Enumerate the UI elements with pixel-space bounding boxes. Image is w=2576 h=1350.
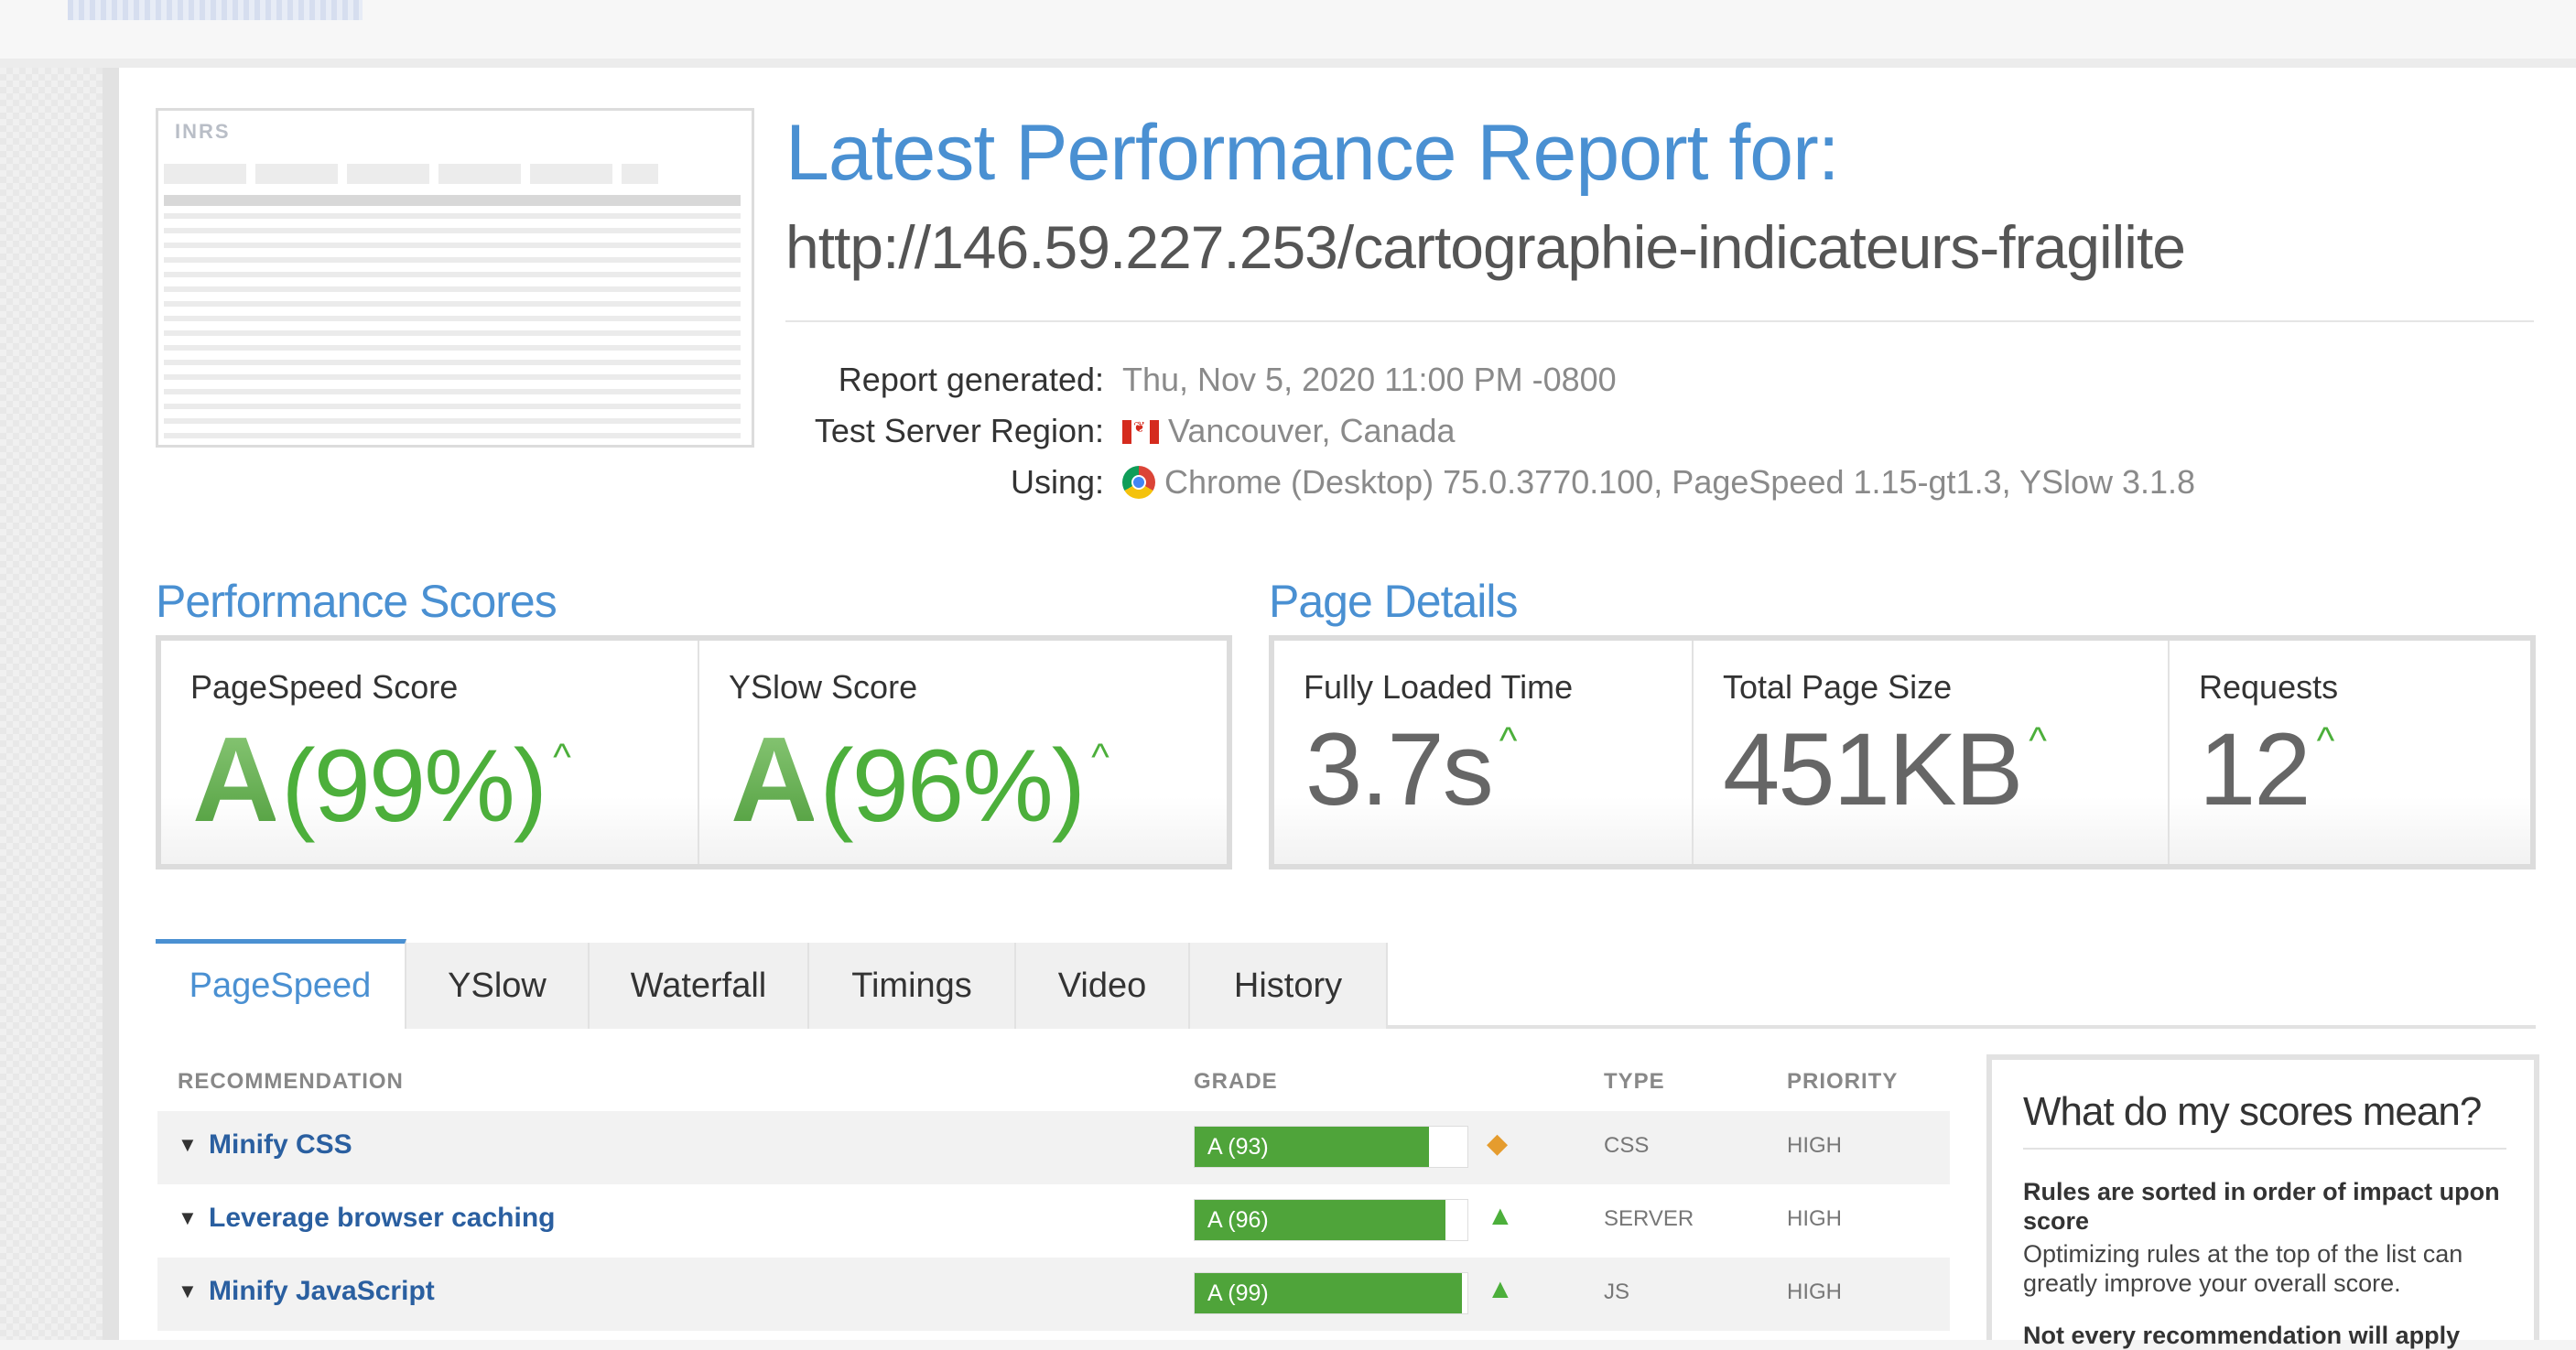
top-bar-strip — [68, 0, 363, 20]
thumbnail-logo: INRS — [175, 120, 231, 143]
recommendation-name[interactable]: Leverage browser caching — [209, 1203, 556, 1234]
up-caret-icon: ^ — [2029, 718, 2047, 761]
thumbnail-filters — [164, 164, 658, 184]
performance-scores-box: PageSpeed Score A(99%) ^ YSlow Score A(96… — [156, 635, 1232, 869]
performance-scores-title: Performance Scores — [156, 576, 557, 627]
table-row[interactable]: ▼ Leverage browser caching A (96) ▲ SERV… — [157, 1184, 1950, 1258]
region-value: Vancouver, Canada — [1168, 412, 1456, 449]
recommendation-name[interactable]: Minify CSS — [209, 1129, 352, 1161]
up-caret-icon: ^ — [2316, 718, 2335, 761]
recommendation-name[interactable]: Minify JavaScript — [209, 1276, 435, 1307]
using-value: Chrome (Desktop) 75.0.3770.100, PageSpee… — [1164, 463, 2196, 501]
grade-header[interactable]: GRADE — [1194, 1069, 1278, 1095]
tab-video[interactable]: Video — [1016, 943, 1190, 1029]
pagespeed-score-cell: PageSpeed Score A(99%) ^ — [161, 641, 698, 864]
page-screenshot-thumbnail[interactable]: INRS — [156, 108, 754, 448]
grade-bar: A (96) — [1194, 1199, 1468, 1241]
scores-help-title: What do my scores mean? — [2023, 1089, 2482, 1134]
using-value-row: Chrome (Desktop) 75.0.3770.100, PageSpee… — [1122, 463, 2195, 502]
up-caret-icon: ^ — [1499, 718, 1518, 761]
table-row[interactable]: ▼ Minify CSS A (93) ◆ CSS HIGH — [157, 1111, 1950, 1184]
page-size-value: 451KB — [1723, 712, 2023, 826]
page-details-title: Page Details — [1269, 576, 1518, 627]
yslow-score-cell: YSlow Score A(96%) ^ — [698, 641, 1227, 864]
report-generated-label: Report generated: — [838, 361, 1104, 398]
pagespeed-score-label: PageSpeed Score — [190, 668, 459, 706]
recommendation-type: SERVER — [1604, 1206, 1694, 1231]
priority-header[interactable]: PRIORITY — [1787, 1069, 1898, 1095]
yslow-score-value: A(96%) ^ — [731, 710, 1109, 848]
up-arrow-icon: ▲ — [1487, 1274, 1514, 1304]
fully-loaded-label: Fully Loaded Time — [1304, 668, 1574, 706]
grade-label: A (93) — [1207, 1134, 1269, 1160]
recommendation-priority: HIGH — [1787, 1206, 1842, 1231]
expand-arrow-icon[interactable]: ▼ — [178, 1133, 198, 1157]
table-row[interactable]: ▼ Minify JavaScript A (99) ▲ JS HIGH — [157, 1258, 1950, 1331]
page-size-row: 451KB ^ — [1723, 710, 2047, 828]
page-size-cell: Total Page Size 451KB ^ — [1692, 641, 2168, 864]
fully-loaded-row: 3.7s ^ — [1305, 710, 1517, 828]
tab-pagespeed[interactable]: PageSpeed — [156, 939, 406, 1029]
requests-cell: Requests 12 ^ — [2168, 641, 2530, 864]
requests-value: 12 — [2199, 712, 2311, 826]
scores-help-cut-text: Not every recommendation will apply — [2023, 1322, 2461, 1349]
requests-row: 12 ^ — [2199, 710, 2334, 828]
scores-help-panel: What do my scores mean? Rules are sorted… — [1986, 1054, 2539, 1349]
pagespeed-percent: (99%) — [281, 729, 547, 843]
left-background-pattern — [0, 68, 103, 1340]
page-title: Latest Performance Report for: — [785, 109, 1840, 197]
title-divider — [785, 320, 2534, 322]
using-label: Using: — [1010, 463, 1104, 501]
chrome-icon — [1122, 466, 1155, 499]
scores-help-heading: Rules are sorted in order of impact upon… — [2023, 1178, 2500, 1235]
recommendation-type: JS — [1604, 1280, 1630, 1304]
recommendation-priority: HIGH — [1787, 1133, 1842, 1158]
diamond-icon: ◆ — [1487, 1129, 1509, 1159]
up-caret-icon: ^ — [1091, 735, 1109, 778]
pagespeed-grade: A — [192, 712, 279, 847]
region-value-row: Vancouver, Canada — [1122, 412, 1456, 450]
top-bar — [0, 0, 2576, 68]
tab-yslow[interactable]: YSlow — [406, 943, 590, 1029]
recommendation-header[interactable]: RECOMMENDATION — [178, 1069, 404, 1095]
requests-label: Requests — [2199, 668, 2339, 706]
tab-timings[interactable]: Timings — [809, 943, 1016, 1029]
recommendation-priority: HIGH — [1787, 1280, 1842, 1304]
up-arrow-icon: ▲ — [1487, 1201, 1514, 1231]
yslow-percent: (96%) — [819, 729, 1086, 843]
type-header[interactable]: TYPE — [1604, 1069, 1665, 1095]
pagespeed-score-value: A(99%) ^ — [192, 710, 571, 848]
tab-waterfall[interactable]: Waterfall — [590, 943, 809, 1029]
scores-help-text: Optimizing rules at the top of the list … — [2023, 1240, 2463, 1297]
scores-help-divider — [2023, 1148, 2506, 1150]
tab-history[interactable]: History — [1190, 943, 1388, 1029]
grade-bar: A (99) — [1194, 1272, 1468, 1314]
grade-label: A (96) — [1207, 1207, 1269, 1233]
recommendation-type: CSS — [1604, 1133, 1650, 1158]
page-size-label: Total Page Size — [1723, 668, 1953, 706]
grade-bar: A (93) — [1194, 1126, 1468, 1168]
report-generated-value: Thu, Nov 5, 2020 11:00 PM -0800 — [1122, 361, 1617, 398]
fully-loaded-cell: Fully Loaded Time 3.7s ^ — [1274, 641, 1692, 864]
thumbnail-table-rows — [164, 213, 741, 440]
page-details-box: Fully Loaded Time 3.7s ^ Total Page Size … — [1269, 635, 2536, 869]
expand-arrow-icon[interactable]: ▼ — [178, 1206, 198, 1230]
expand-arrow-icon[interactable]: ▼ — [178, 1280, 198, 1303]
yslow-grade: A — [731, 712, 817, 847]
grade-label: A (99) — [1207, 1280, 1269, 1306]
yslow-score-label: YSlow Score — [729, 668, 918, 706]
canada-flag-icon — [1122, 418, 1159, 444]
up-caret-icon: ^ — [553, 735, 571, 778]
report-url[interactable]: http://146.59.227.253/cartographie-indic… — [785, 212, 2186, 282]
thumbnail-table-header — [164, 195, 741, 206]
fully-loaded-value: 3.7s — [1305, 712, 1494, 826]
region-label: Test Server Region: — [814, 412, 1104, 449]
left-rail — [103, 68, 119, 1340]
